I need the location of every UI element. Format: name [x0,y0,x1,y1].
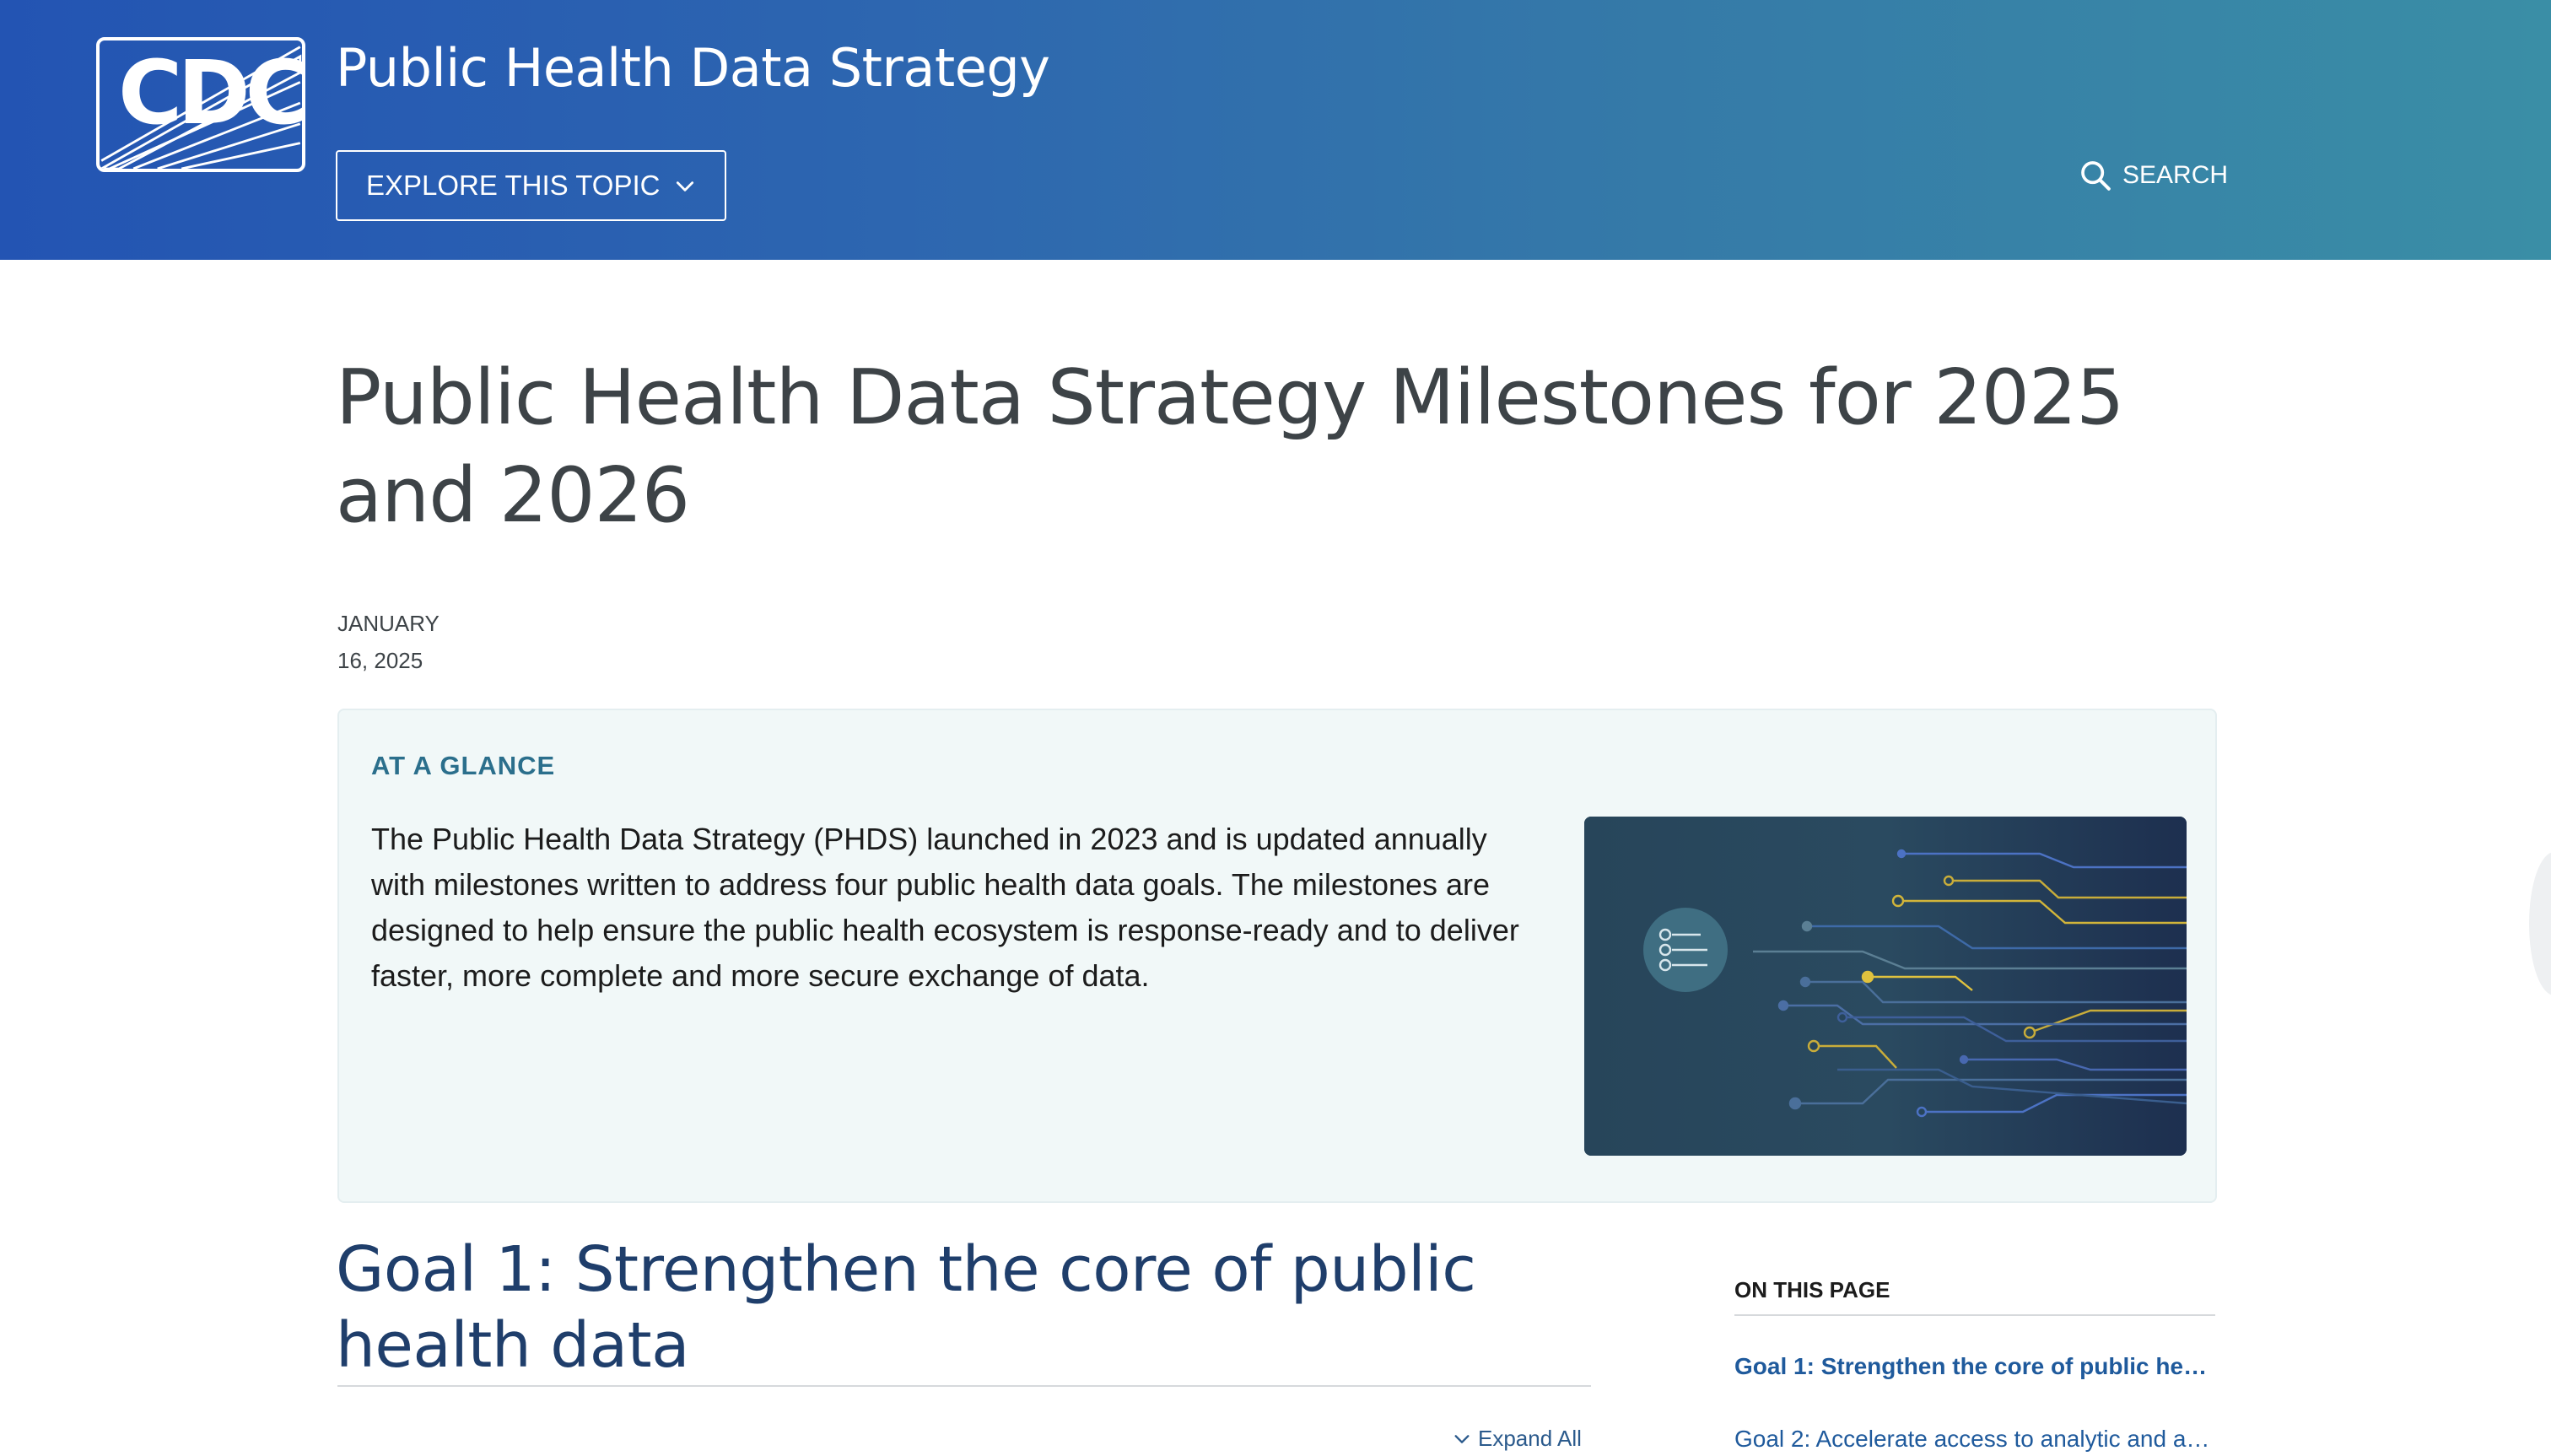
chevron-down-icon [1454,1434,1470,1443]
goal-1-divider [337,1385,1591,1387]
on-this-page-divider [1734,1314,2215,1316]
explore-topic-button[interactable]: EXPLORE THIS TOPIC [336,150,726,221]
publish-date-day-year: 16, 2025 [337,648,423,673]
at-a-glance-box: AT A GLANCE The Public Health Data Strat… [337,709,2217,1203]
logo-text: CDC [118,41,305,144]
on-this-page-title: ON THIS PAGE [1734,1277,1890,1302]
search-icon [2081,161,2111,191]
chevron-down-icon [676,181,694,191]
on-this-page-link-goal-1[interactable]: Goal 1: Strengthen the core of public he… [1734,1353,2215,1380]
cdc-logo[interactable]: CDC [96,37,305,172]
page-title: Public Health Data Strategy Milestones f… [336,353,2124,540]
expand-all-button[interactable]: Expand All [1453,1426,1582,1452]
data-network-illustration [1584,817,2187,1156]
scroll-edge-handle [2529,852,2551,995]
at-a-glance-label: AT A GLANCE [371,751,556,780]
search-button[interactable]: SEARCH [2079,157,2228,194]
publish-date-month: JANUARY [337,611,440,636]
site-header: CDC Public Health Data Strategy EXPLORE … [0,0,2551,260]
on-this-page-link-goal-2[interactable]: Goal 2: Accelerate access to analytic an… [1734,1426,2215,1453]
goal-1-heading: Goal 1: Strengthen the core of public he… [336,1233,1476,1382]
expand-all-label: Expand All [1478,1426,1582,1451]
search-label: SEARCH [2122,161,2229,189]
site-title[interactable]: Public Health Data Strategy [336,37,1050,99]
explore-topic-label: EXPLORE THIS TOPIC [366,170,661,201]
at-a-glance-text: The Public Health Data Strategy (PHDS) l… [371,822,1519,993]
